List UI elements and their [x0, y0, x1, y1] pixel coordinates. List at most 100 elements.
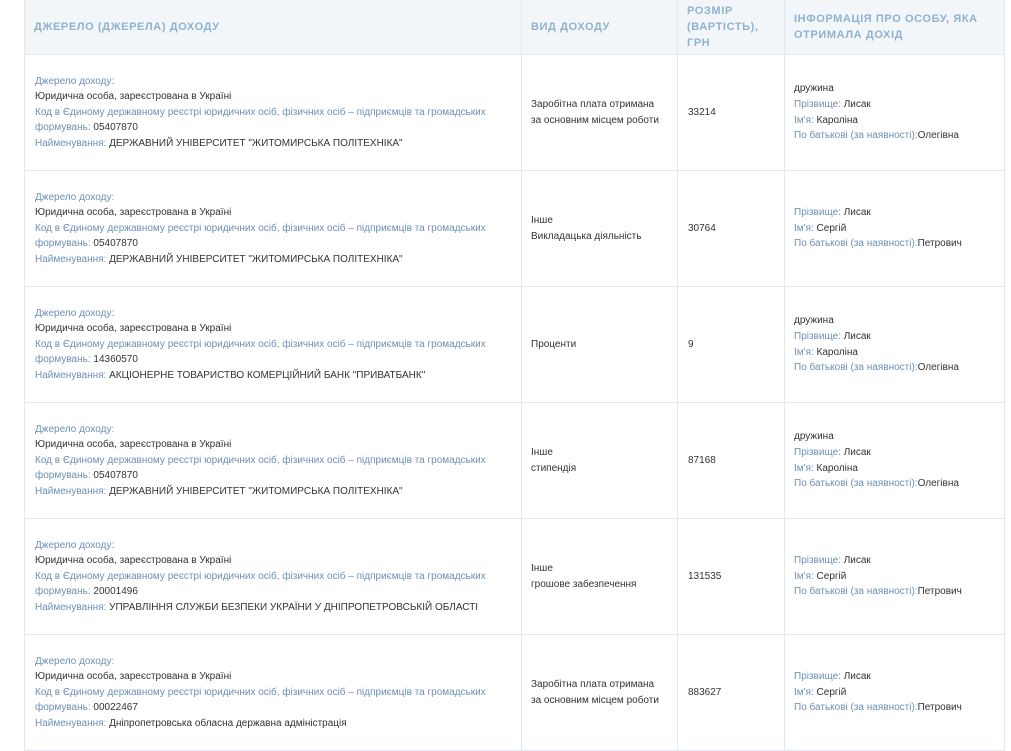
organization-name: ДЕРЖАВНИЙ УНІВЕРСИТЕТ "ЖИТОМИРСЬКА ПОЛІТ… [109, 137, 403, 149]
income-amount: 131535 [688, 570, 722, 582]
amount-cell: 883627 [677, 634, 785, 751]
organization-name: АКЦІОНЕРНЕ ТОВАРИСТВО КОМЕРЦІЙНИЙ БАНК "… [109, 369, 426, 381]
edrpou-code: 00022467 [93, 702, 138, 714]
income-type-cell: Інше Викладацька діяльність [521, 170, 678, 287]
income-type-line: Заробітна плата отримана за основним міс… [531, 678, 659, 706]
source-label: Джерело доходу: [35, 539, 115, 551]
edrpou-code: 20001496 [93, 586, 138, 598]
code-label-part2: формувань: [35, 238, 91, 250]
source-cell: Джерело доходу: Юридична особа, зареєстр… [24, 54, 522, 171]
source-label: Джерело доходу: [35, 191, 115, 203]
edrpou-code: 05407870 [93, 238, 138, 250]
first-name: Кароліна [816, 346, 858, 358]
organization-name: УПРАВЛІННЯ СЛУЖБИ БЕЗПЕКИ УКРАЇНИ У ДНІП… [109, 601, 479, 613]
code-label-part2: формувань: [35, 702, 91, 714]
table-row: Джерело доходу: Юридична особа, зареєстр… [24, 518, 1005, 635]
income-type-line: грошове забезпечення [531, 578, 637, 590]
code-label-part1: Код в Єдиному державному реєстрі юридичн… [35, 454, 486, 466]
income-type-line: Інше [531, 446, 553, 458]
income-amount: 30764 [688, 222, 716, 234]
table-row: Джерело доходу: Юридична особа, зареєстр… [24, 402, 1005, 519]
name-label: Найменування: [35, 601, 107, 613]
code-label-part1: Код в Єдиному державному реєстрі юридичн… [35, 222, 486, 234]
name-label: Найменування: [35, 717, 107, 729]
income-type-line: Проценти [531, 338, 577, 350]
name-label: Найменування: [35, 485, 107, 497]
surname: Лисак [843, 446, 871, 458]
income-amount: 883627 [688, 686, 722, 698]
surname-label: Прізвище: [794, 207, 841, 219]
patronymic: Олегівна [917, 362, 959, 374]
income-type: Заробітна плата отримана за основним міс… [531, 97, 663, 128]
income-amount: 9 [688, 338, 694, 350]
relation: дружина [794, 83, 834, 95]
surname-label: Прізвище: [794, 330, 841, 342]
income-type-cell: Заробітна плата отримана за основним міс… [521, 634, 678, 751]
code-label-part1: Код в Єдиному державному реєстрі юридичн… [35, 338, 486, 350]
table-row: Джерело доходу: Юридична особа, зареєстр… [24, 634, 1005, 751]
relation: дружина [794, 315, 834, 327]
surname: Лисак [843, 98, 871, 110]
income-amount: 33214 [688, 106, 716, 118]
surname-label: Прізвище: [794, 446, 841, 458]
income-type-cell: Інше стипендія [521, 402, 678, 519]
first-name-label: Ім'я: [794, 462, 814, 474]
income-type-line: Інше [531, 562, 553, 574]
code-label-part2: формувань: [35, 470, 91, 482]
recipient-cell: Прізвище: Лисак Ім'я: Сергій По батькові… [784, 518, 1005, 635]
table-row: Джерело доходу: Юридична особа, зареєстр… [24, 170, 1005, 287]
relation: дружина [794, 431, 834, 443]
edrpou-code: 05407870 [93, 470, 138, 482]
first-name: Сергій [816, 222, 847, 234]
source-label: Джерело доходу: [35, 423, 115, 435]
organization-name: Дніпропетровська обласна державна адміні… [109, 717, 347, 729]
income-type-cell: Проценти [521, 286, 678, 403]
recipient-cell: дружина Прізвище: Лисак Ім'я: Кароліна П… [784, 54, 1005, 171]
code-label-part2: формувань: [35, 354, 91, 366]
table-body: Джерело доходу: Юридична особа, зареєстр… [24, 54, 1005, 751]
patronymic: Петрович [917, 586, 962, 598]
surname: Лисак [843, 555, 871, 567]
patronymic-label: По батькові (за наявності): [794, 238, 918, 250]
surname: Лисак [843, 671, 871, 683]
recipient-cell: Прізвище: Лисак Ім'я: Сергій По батькові… [784, 170, 1005, 287]
entity-type: Юридична особа, зареєстрована в Україні [35, 207, 232, 219]
patronymic: Олегівна [917, 130, 959, 142]
header-income-type: ВИД ДОХОДУ [521, 0, 678, 55]
code-label-part1: Код в Єдиному державному реєстрі юридичн… [35, 570, 486, 582]
amount-cell: 87168 [677, 402, 785, 519]
income-table-container: ДЖЕРЕЛО (ДЖЕРЕЛА) ДОХОДУ ВИД ДОХОДУ РОЗМ… [24, 0, 1005, 751]
edrpou-code: 05407870 [93, 122, 138, 134]
entity-type: Юридична особа, зареєстрована в Україні [35, 323, 232, 335]
name-label: Найменування: [35, 137, 107, 149]
amount-cell: 9 [677, 286, 785, 403]
entity-type: Юридична особа, зареєстрована в Україні [35, 671, 232, 683]
entity-type: Юридична особа, зареєстрована в Україні [35, 555, 232, 567]
source-cell: Джерело доходу: Юридична особа, зареєстр… [24, 286, 522, 403]
surname-label: Прізвище: [794, 671, 841, 683]
first-name-label: Ім'я: [794, 686, 814, 698]
income-type: Інше грошове забезпечення [531, 561, 663, 592]
patronymic-label: По батькові (за наявності): [794, 362, 918, 374]
table-row: Джерело доходу: Юридична особа, зареєстр… [24, 54, 1005, 171]
patronymic: Петрович [917, 702, 962, 714]
first-name: Кароліна [816, 462, 858, 474]
income-table: ДЖЕРЕЛО (ДЖЕРЕЛА) ДОХОДУ ВИД ДОХОДУ РОЗМ… [24, 0, 1005, 751]
name-label: Найменування: [35, 369, 107, 381]
code-label-part1: Код в Єдиному державному реєстрі юридичн… [35, 686, 486, 698]
entity-type: Юридична особа, зареєстрована в Україні [35, 91, 232, 103]
income-type-cell: Інше грошове забезпечення [521, 518, 678, 635]
entity-type: Юридична особа, зареєстрована в Україні [35, 439, 232, 451]
patronymic-label: По батькові (за наявності): [794, 702, 918, 714]
income-type: Проценти [531, 337, 663, 353]
code-label-part2: формувань: [35, 586, 91, 598]
income-type: Заробітна плата отримана за основним міс… [531, 677, 663, 708]
recipient-cell: дружина Прізвище: Лисак Ім'я: Кароліна П… [784, 402, 1005, 519]
header-row: ДЖЕРЕЛО (ДЖЕРЕЛА) ДОХОДУ ВИД ДОХОДУ РОЗМ… [24, 0, 1005, 55]
edrpou-code: 14360570 [93, 354, 138, 366]
patronymic-label: По батькові (за наявності): [794, 130, 918, 142]
recipient-cell: Прізвище: Лисак Ім'я: Сергій По батькові… [784, 634, 1005, 751]
income-type-line: Заробітна плата отримана за основним міс… [531, 98, 659, 126]
first-name-label: Ім'я: [794, 114, 814, 126]
first-name: Сергій [816, 686, 847, 698]
